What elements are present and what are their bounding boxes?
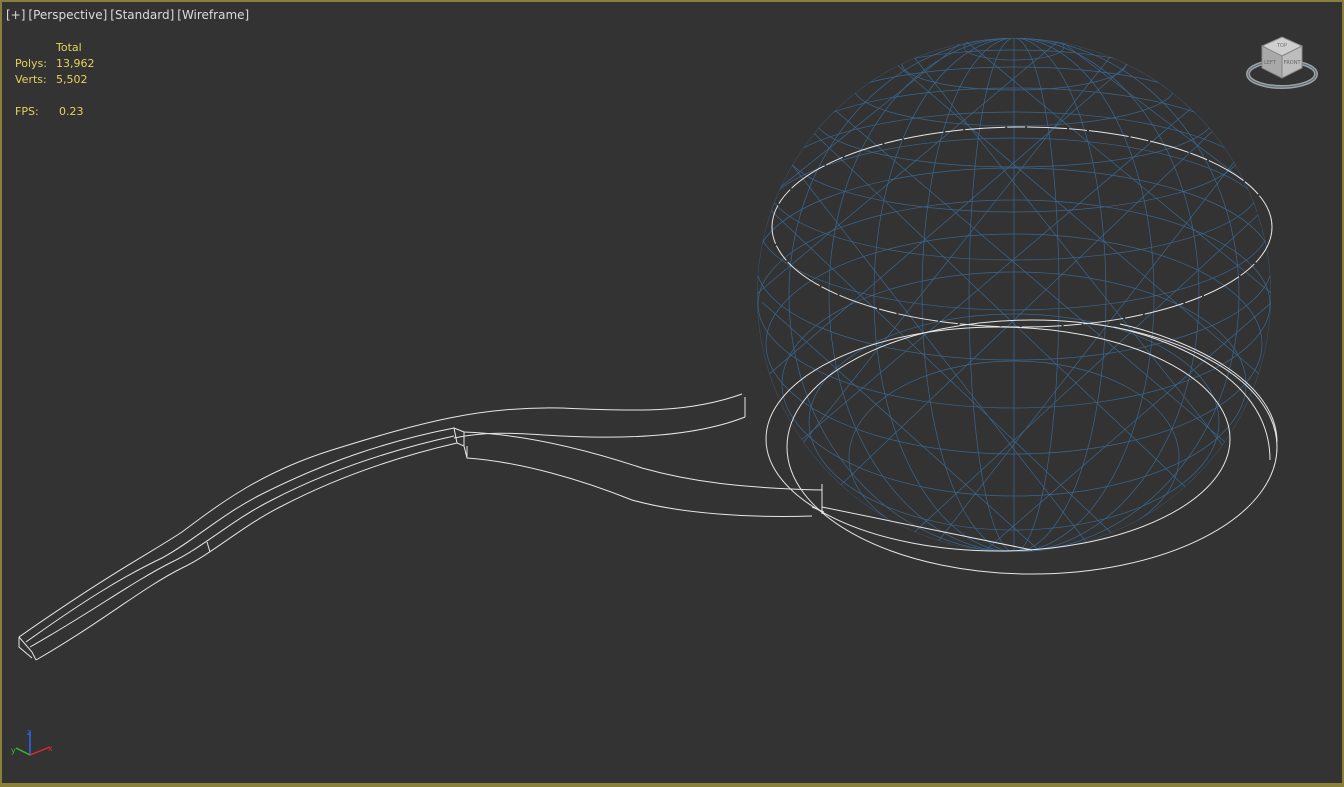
axis-y-label: y [11, 746, 16, 755]
viewport-render-mode-menu[interactable]: [Wireframe] [177, 8, 249, 22]
viewport-label-menu: [+] [Perspective] [Standard] [Wireframe] [6, 8, 252, 22]
pan-base-outer [786, 319, 1278, 575]
pan-base [765, 326, 1231, 552]
wireframe-scene[interactable] [2, 2, 1342, 783]
handle-top [18, 393, 743, 638]
pan-rim-upper [771, 126, 1273, 328]
stats-verts-value: 5,502 [56, 73, 88, 86]
axis-x-label: x [48, 744, 53, 753]
stats-header: Total [56, 41, 82, 54]
stats-polys-row: Polys: 13,962 [15, 56, 95, 72]
axis-z-label: z [27, 728, 31, 737]
stats-fps-value: 0.23 [59, 105, 84, 118]
viewcube-left-face[interactable]: LEFT [1264, 60, 1277, 66]
perspective-viewport[interactable]: [+] [Perspective] [Standard] [Wireframe] To… [0, 0, 1344, 787]
viewport-point-of-view-menu[interactable]: [Perspective] [28, 8, 107, 22]
stats-polys-value: 13,962 [56, 57, 95, 70]
stats-verts-label: Verts: [15, 73, 47, 86]
stats-verts-row: Verts: 5,502 [15, 72, 95, 88]
viewport-shading-menu[interactable]: [Standard] [110, 8, 174, 22]
statistics-overlay: Total Polys: 13,962 Verts: 5,502 FPS: 0.23 [15, 40, 95, 120]
stats-polys-label: Polys: [15, 57, 47, 70]
axis-tripod-icon: z x y [11, 728, 53, 756]
viewcube-front-face[interactable]: FRONT [1283, 60, 1301, 66]
geosphere-wireframe [757, 38, 1271, 552]
viewcube-top-face[interactable]: TOP [1276, 43, 1287, 49]
pan-wireframe [18, 126, 1278, 661]
viewcube-icon[interactable]: LEFT FRONT TOP [1246, 34, 1320, 96]
stats-header-row: Total [15, 40, 95, 56]
stats-fps-row: FPS: 0.23 [15, 104, 95, 120]
viewport-general-menu[interactable]: [+] [6, 8, 25, 22]
stats-fps-label: FPS: [15, 105, 39, 118]
